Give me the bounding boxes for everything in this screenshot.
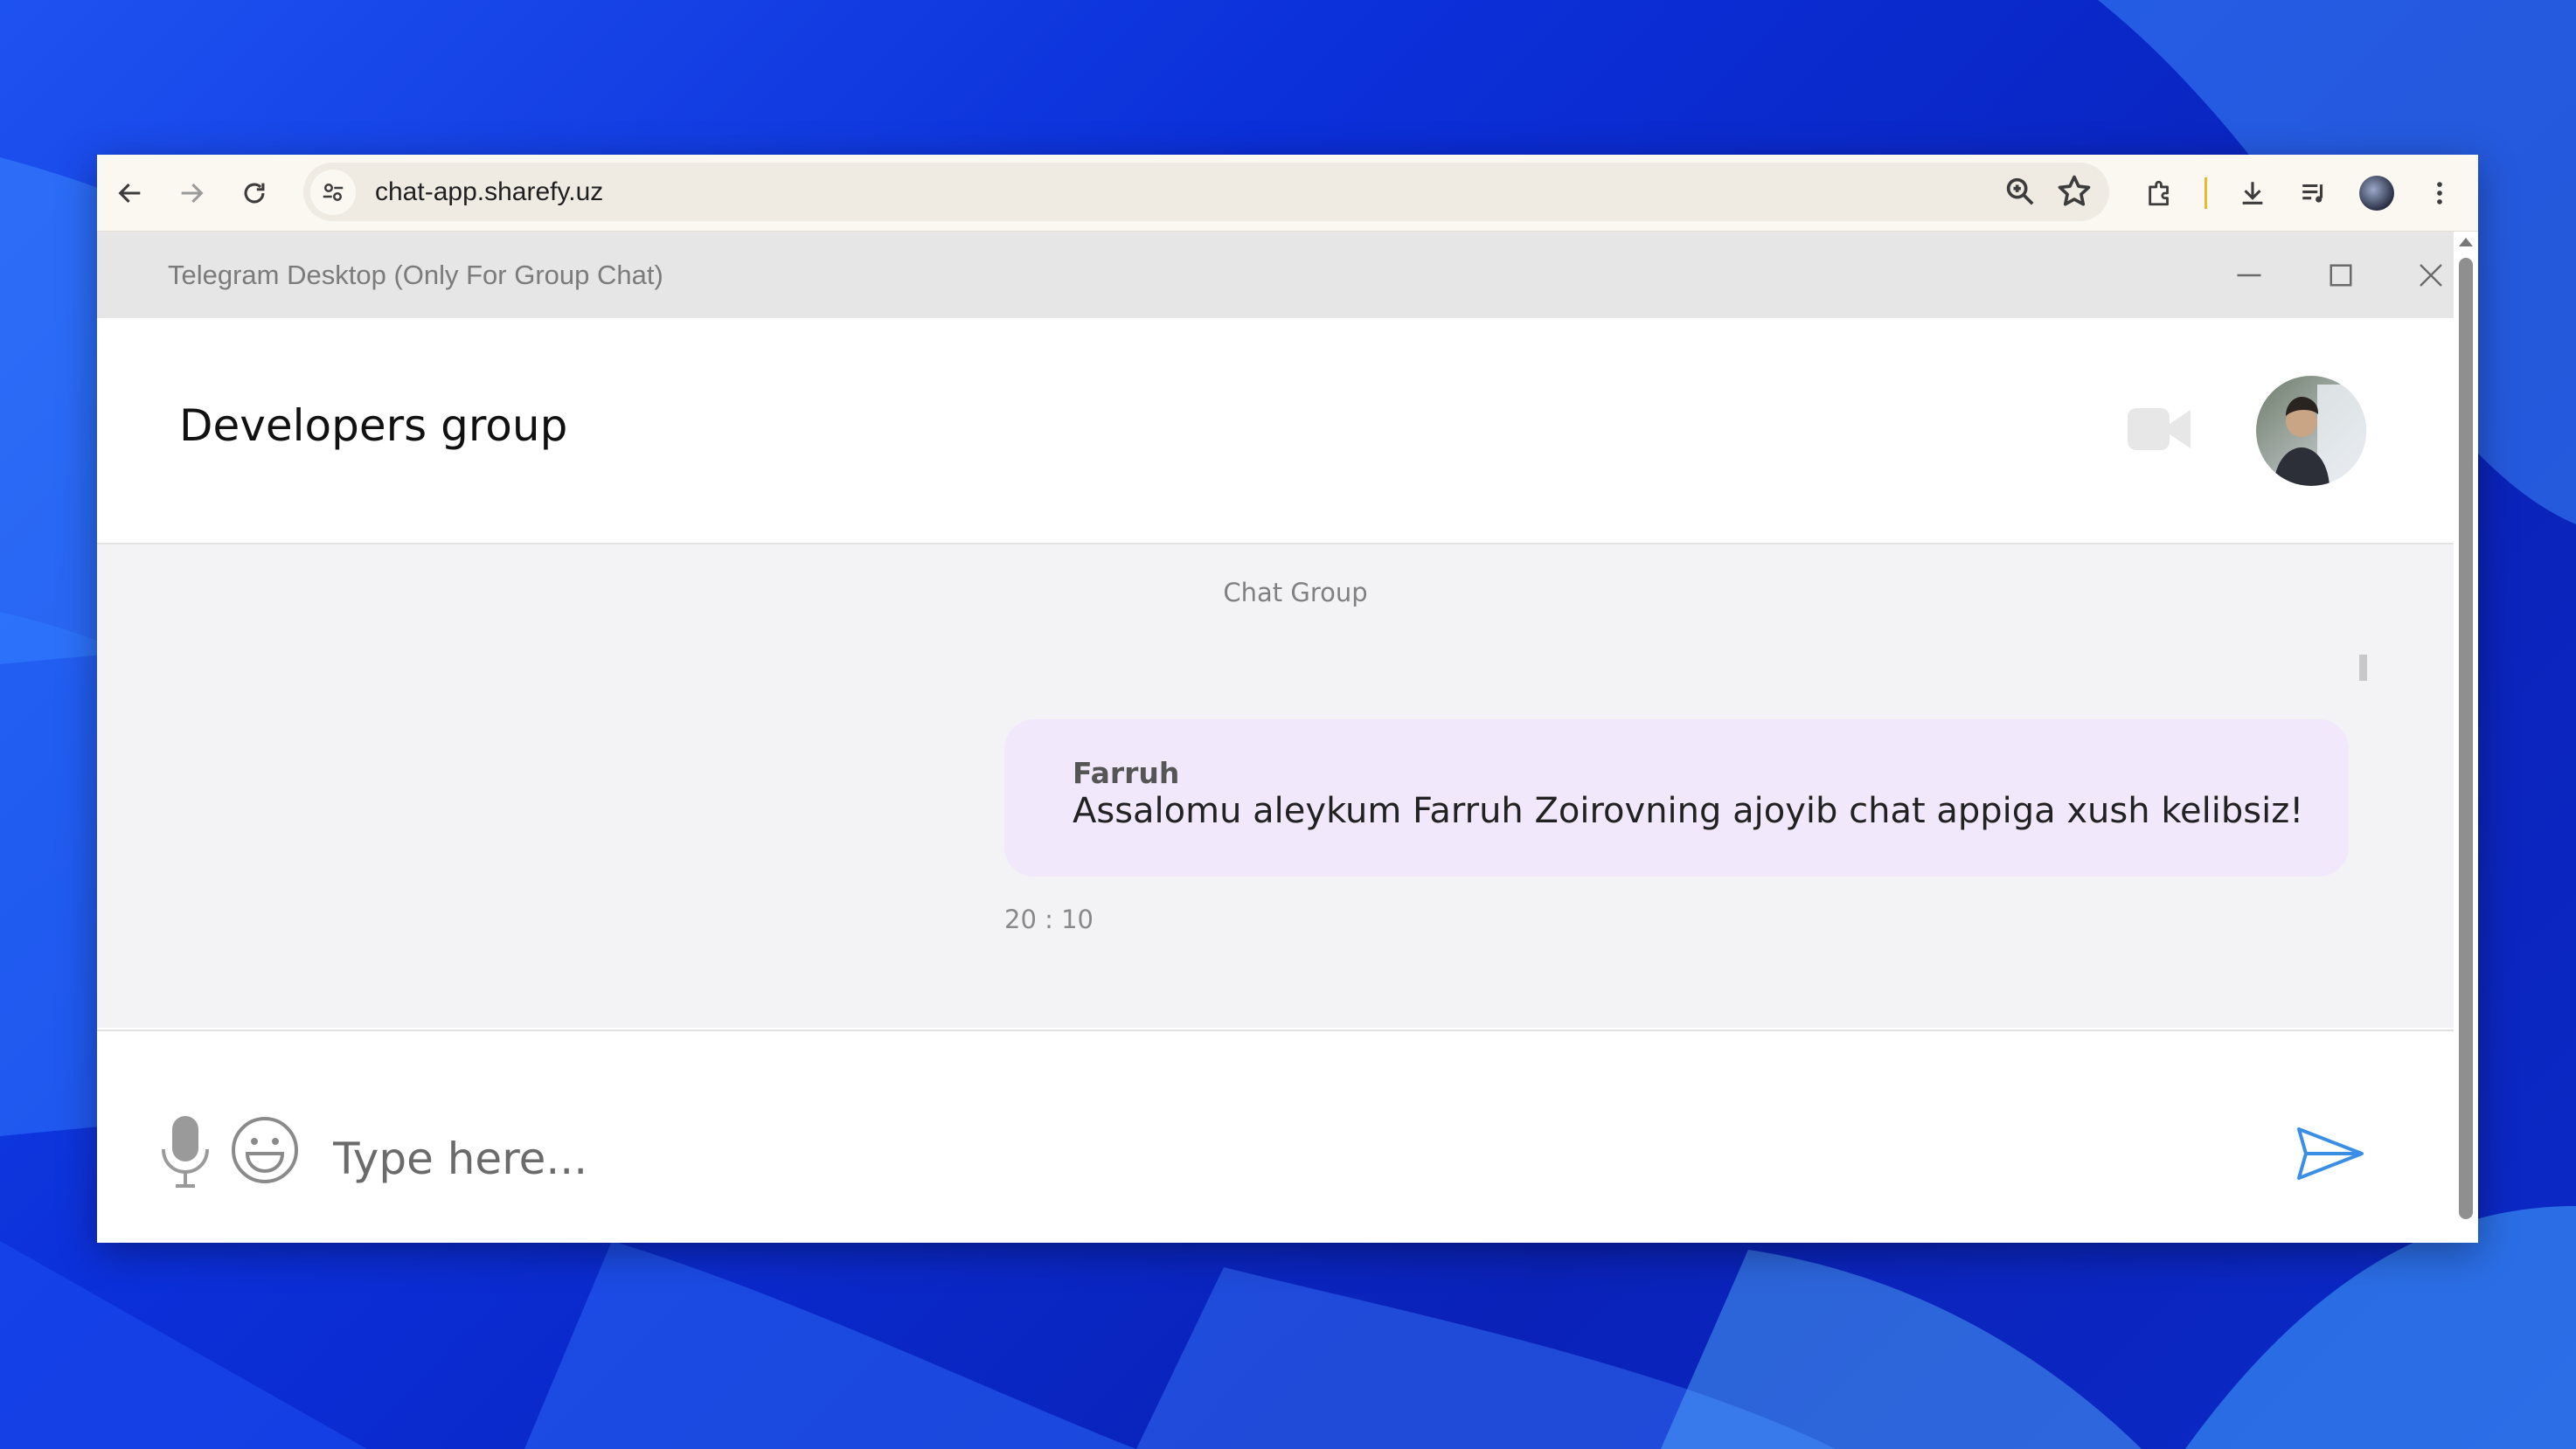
browser-toolbar: chat-app.sharefy.uz [97, 155, 2478, 232]
more-icon[interactable] [2419, 172, 2461, 214]
message-list-scrollbar[interactable] [2359, 655, 2367, 681]
extensions-icon[interactable] [2139, 172, 2181, 214]
message-list[interactable]: Chat Group Farruh Assalomu aleykum Farru… [97, 544, 2454, 1028]
group-name: Developers group [179, 400, 568, 451]
toolbar-divider [2205, 177, 2207, 209]
browser-window: chat-app.sharefy.uz Telegram Desktop (On… [97, 155, 2478, 1243]
message-bubble[interactable]: Farruh Assalomu aleykum Farruh Zoirovnin… [1004, 719, 2349, 877]
profile-icon[interactable] [2356, 172, 2398, 214]
reload-icon[interactable] [233, 172, 275, 214]
message-time: 20 : 10 [1004, 905, 1094, 934]
chat-header: Developers group [97, 318, 2454, 544]
message-input[interactable] [331, 1127, 2345, 1190]
forward-icon[interactable] [170, 172, 212, 214]
emoji-icon[interactable] [230, 1115, 300, 1189]
close-icon[interactable] [2410, 254, 2452, 296]
media-control-icon[interactable] [2293, 172, 2335, 214]
download-icon[interactable] [2232, 172, 2274, 214]
avatar[interactable] [2256, 376, 2366, 486]
app-titlebar: Telegram Desktop (Only For Group Chat) [97, 232, 2454, 318]
composer [97, 1030, 2454, 1243]
star-icon[interactable] [2055, 171, 2093, 215]
zoom-icon[interactable] [2003, 171, 2038, 215]
message-sender: Farruh [1073, 756, 1180, 790]
video-call-icon[interactable] [2128, 403, 2194, 459]
window-title: Telegram Desktop (Only For Group Chat) [168, 260, 663, 290]
maximize-icon[interactable] [2320, 254, 2362, 296]
web-page: Telegram Desktop (Only For Group Chat) D… [97, 232, 2454, 1243]
scroll-up-arrow-icon[interactable] [2459, 238, 2473, 246]
back-icon[interactable] [109, 172, 151, 214]
site-info-icon[interactable] [310, 170, 356, 215]
url-text[interactable]: chat-app.sharefy.uz [375, 163, 603, 221]
date-label: Chat Group [1223, 578, 1368, 607]
message-text: Assalomu aleykum Farruh Zoirovning ajoyi… [1073, 791, 2304, 831]
address-bar[interactable]: chat-app.sharefy.uz [303, 163, 2109, 221]
send-icon[interactable] [2295, 1126, 2365, 1185]
microphone-icon[interactable] [156, 1114, 214, 1191]
minimize-icon[interactable] [2228, 254, 2270, 296]
page-scrollbar-thumb[interactable] [2459, 258, 2473, 1219]
